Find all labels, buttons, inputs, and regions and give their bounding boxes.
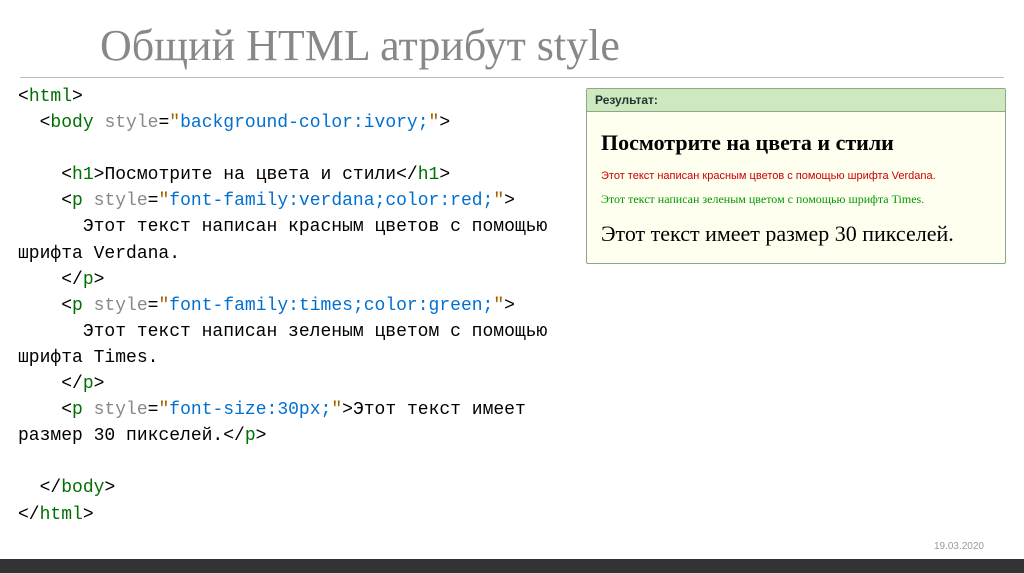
tag-p2-close: p <box>83 374 94 394</box>
tag-p3-open: p <box>72 400 83 420</box>
divider <box>20 77 1004 78</box>
p2-style-val: font-family:times;color:green; <box>169 296 493 316</box>
result-red-text: Этот текст написан красным цветов с помо… <box>601 170 991 182</box>
attr-style-4: style <box>94 400 148 420</box>
tag-p2-open: p <box>72 296 83 316</box>
attr-style-1: style <box>104 113 158 133</box>
tag-h1-open: h1 <box>72 165 94 185</box>
result-body: Посмотрите на цвета и стили Этот текст н… <box>587 112 1005 263</box>
h1-text: Посмотрите на цвета и стили <box>104 165 396 185</box>
bottom-stripe <box>0 559 1024 573</box>
tag-p1-close: p <box>83 270 94 290</box>
code-pane: <html> <body style="background-color:ivo… <box>18 84 571 528</box>
content-row: <html> <body style="background-color:ivo… <box>0 84 1024 528</box>
slide-title: Общий HTML атрибут style <box>100 20 1024 71</box>
p1-style-val: font-family:verdana;color:red; <box>169 191 493 211</box>
p2-text: Этот текст написан зеленым цветом с помо… <box>18 322 547 368</box>
tag-h1-close: h1 <box>418 165 440 185</box>
result-header: Результат: <box>587 89 1005 112</box>
slide: Общий HTML атрибут style <html> <body st… <box>0 0 1024 574</box>
result-green-text: Этот текст написан зеленым цветом с помо… <box>601 192 991 207</box>
tag-p3-close: p <box>245 426 256 446</box>
result-pane: Результат: Посмотрите на цвета и стили Э… <box>586 88 1006 264</box>
footer-date: 19.03.2020 <box>934 541 984 552</box>
result-h1: Посмотрите на цвета и стили <box>601 130 991 156</box>
tag-p1-open: p <box>72 191 83 211</box>
tag-body-open: body <box>50 113 93 133</box>
body-style-val: background-color:ivory; <box>180 113 428 133</box>
tag-html-open: html <box>29 87 72 107</box>
attr-style-2: style <box>94 191 148 211</box>
result-big-text: Этот текст имеет размер 30 пикселей. <box>601 221 991 247</box>
attr-style-3: style <box>94 296 148 316</box>
tag-html-close: html <box>40 505 83 525</box>
p1-text: Этот текст написан красным цветов с помо… <box>18 217 547 263</box>
tag-body-close: body <box>61 478 104 498</box>
p3-style-val: font-size:30px; <box>169 400 331 420</box>
